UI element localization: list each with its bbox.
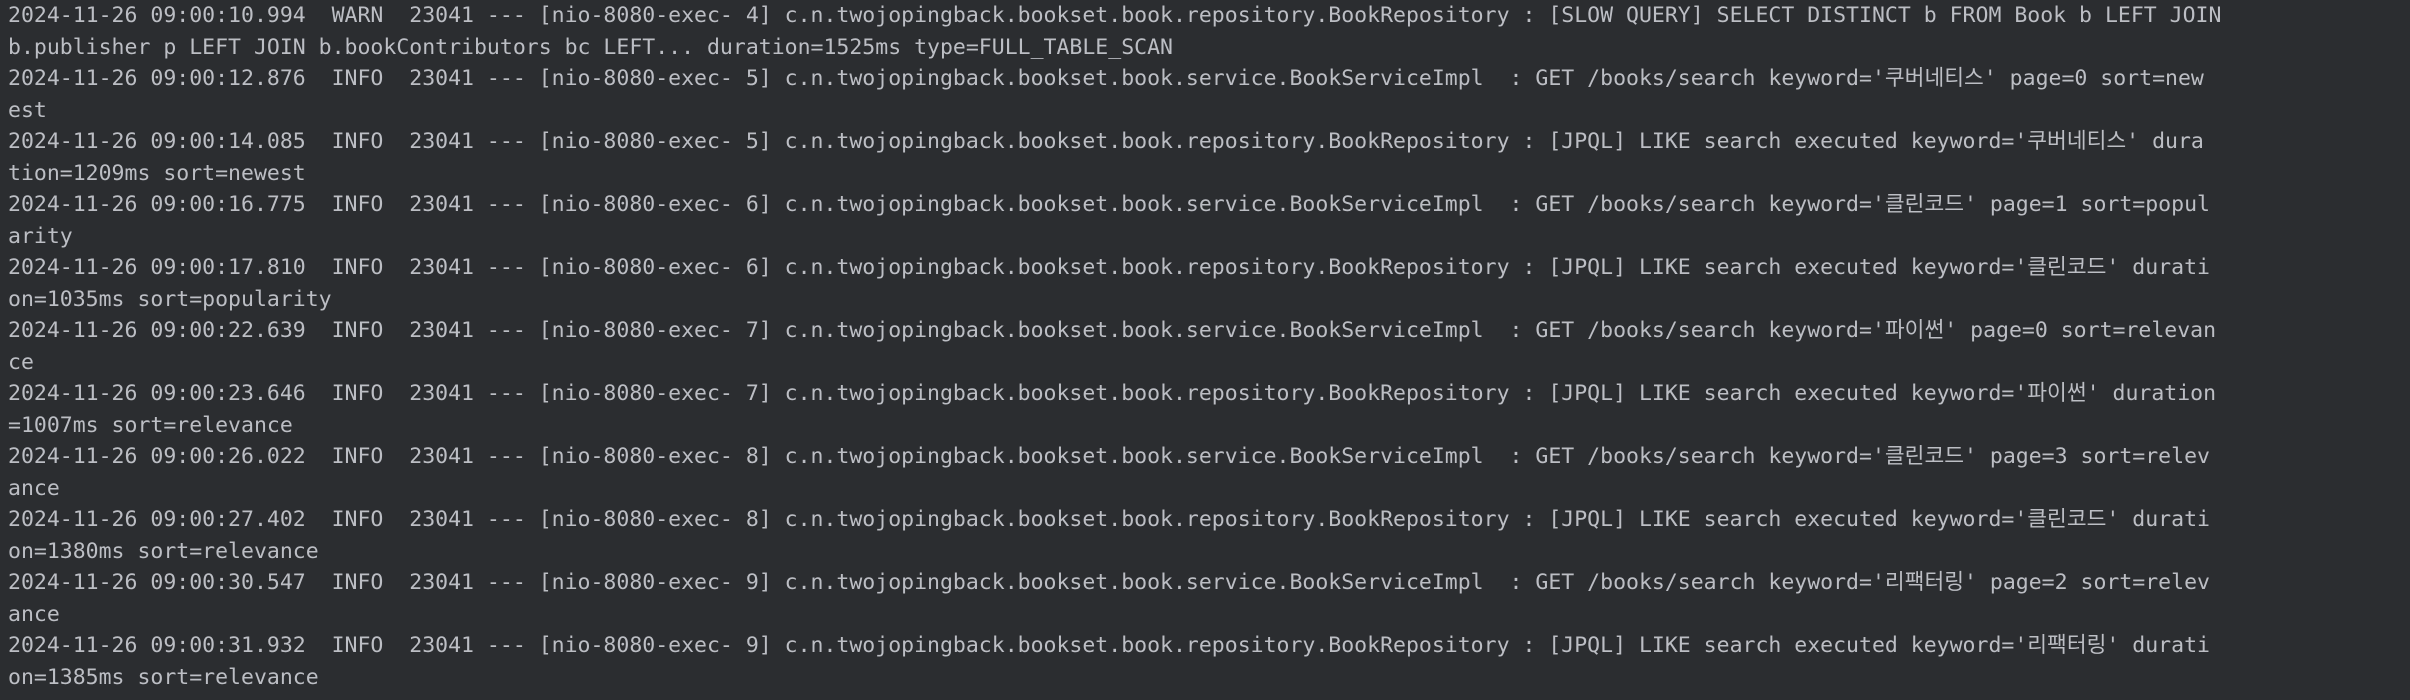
log-line: 2024-11-26 09:00:26.022 INFO 23041 --- […: [8, 444, 2210, 469]
log-line: 2024-11-26 09:00:22.639 INFO 23041 --- […: [8, 318, 2217, 343]
log-line: on=1380ms sort=relevance: [8, 538, 319, 564]
log-line: 2024-11-26 09:00:23.646 INFO 23041 --- […: [8, 381, 2217, 406]
log-line: on=1035ms sort=popularity: [8, 286, 332, 312]
log-line: 2024-11-26 09:00:16.775 INFO 23041 --- […: [8, 192, 2210, 217]
log-line: =1007ms sort=relevance: [8, 412, 293, 438]
log-line: ce: [8, 349, 34, 375]
log-line: ance: [8, 475, 60, 501]
log-line: tion=1209ms sort=newest: [8, 160, 306, 186]
console-output[interactable]: 2024-11-26 09:00:10.994 WARN 23041 --- […: [0, 0, 2410, 700]
log-line: 2024-11-26 09:00:17.810 INFO 23041 --- […: [8, 255, 2210, 280]
log-line: ance: [8, 601, 60, 627]
log-line: arity: [8, 223, 73, 249]
log-line: 2024-11-26 09:00:30.547 INFO 23041 --- […: [8, 570, 2210, 595]
log-line: 2024-11-26 09:00:12.876 INFO 23041 --- […: [8, 66, 2204, 91]
log-line: est: [8, 97, 47, 123]
log-line: b.publisher p LEFT JOIN b.bookContributo…: [8, 34, 1173, 60]
log-line: 2024-11-26 09:00:10.994 WARN 23041 --- […: [8, 3, 2222, 28]
log-line: 2024-11-26 09:00:27.402 INFO 23041 --- […: [8, 507, 2210, 532]
log-line: 2024-11-26 09:00:31.932 INFO 23041 --- […: [8, 633, 2210, 658]
log-line: 2024-11-26 09:00:14.085 INFO 23041 --- […: [8, 129, 2204, 154]
log-line: on=1385ms sort=relevance: [8, 664, 319, 690]
